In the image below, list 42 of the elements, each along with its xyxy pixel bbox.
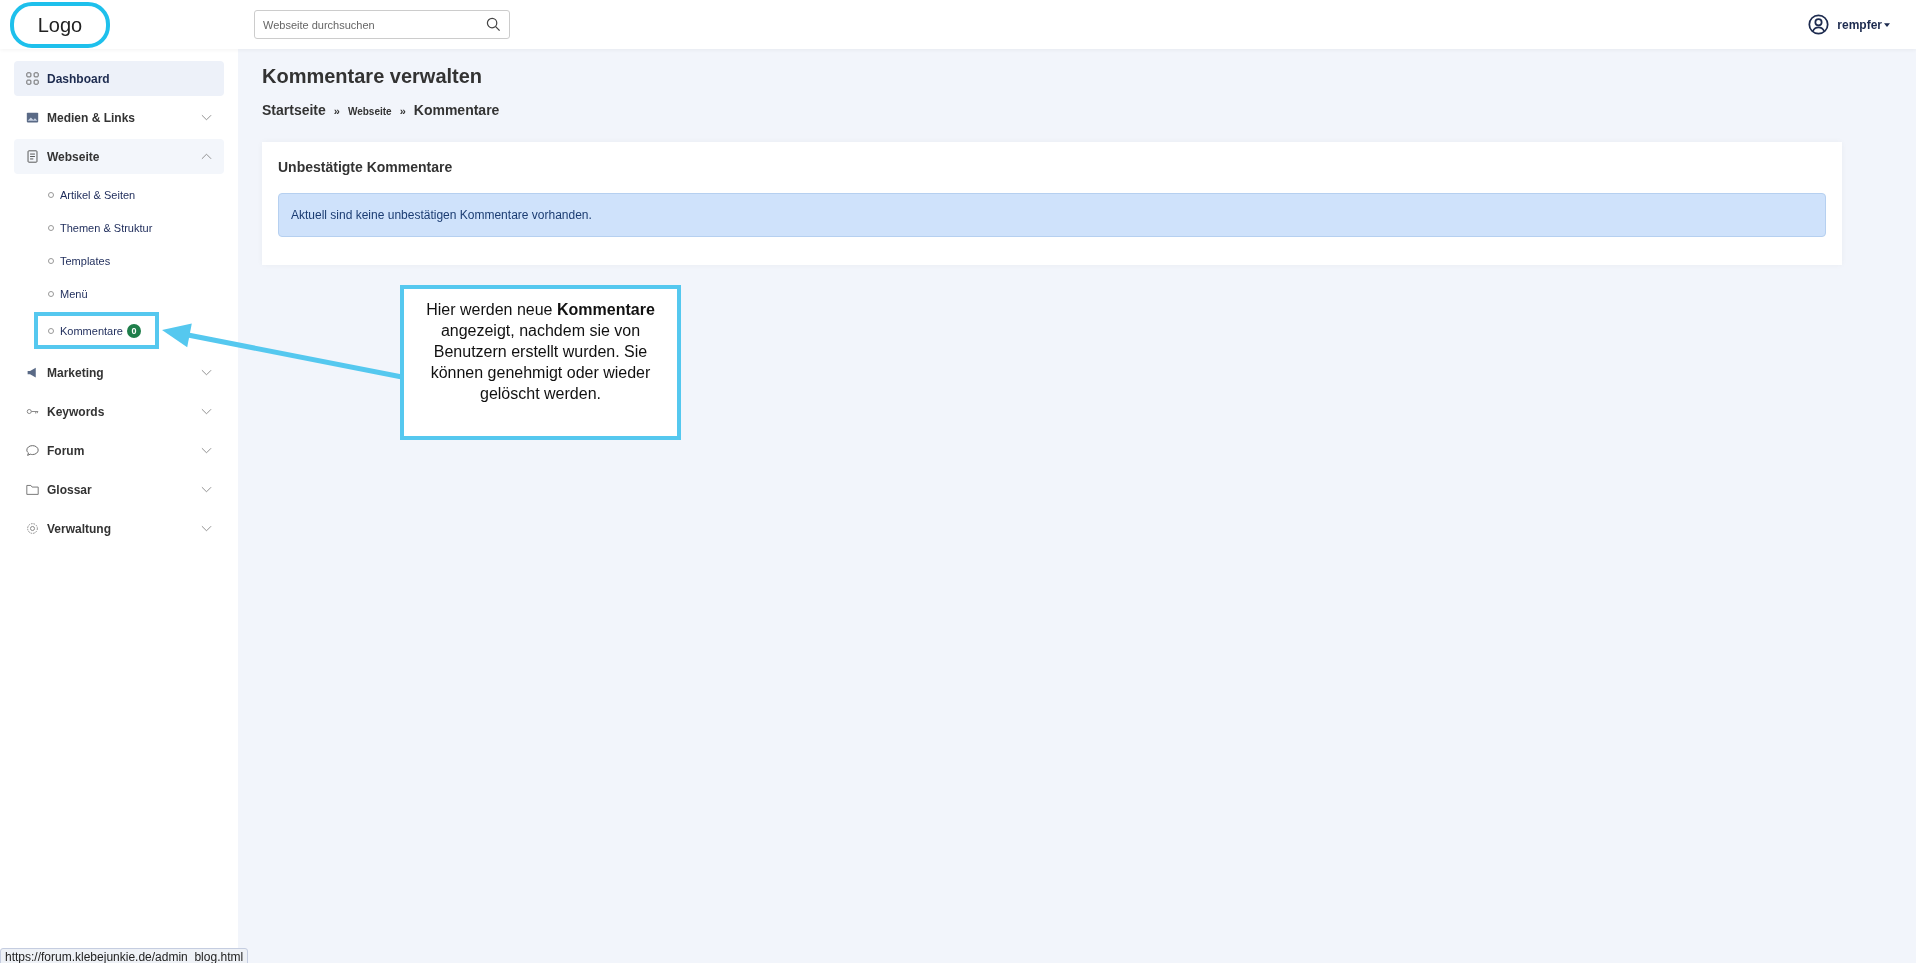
chevron-up-icon[interactable] (201, 153, 212, 160)
image-icon (26, 111, 39, 124)
breadcrumb-link[interactable]: Webseite (347, 106, 392, 117)
user-icon[interactable] (1808, 14, 1830, 35)
sidebar-subitem[interactable]: Menü (34, 279, 100, 308)
chevron-down-icon[interactable] (201, 114, 212, 121)
sidebar-item[interactable]: Glossar (14, 472, 224, 507)
chevron-down-icon[interactable] (201, 525, 212, 532)
folder-icon (26, 483, 39, 496)
grid-icon (26, 72, 39, 85)
caret-icon[interactable] (1884, 22, 1890, 27)
info-alert: Aktuell sind keine unbestätigen Kommentare vorhanden. (278, 193, 1826, 237)
annotation-callout: Hier werden neue Kommentare angezeigt, nachdem sie von Benutzern erstellt wurden. Sie können genehmigt oder wieder gelöscht werden. (400, 285, 681, 440)
chevron-down-icon[interactable] (201, 408, 212, 415)
sidebar-subitem[interactable]: Templates (34, 246, 123, 275)
sidebar-item[interactable]: Forum (14, 433, 224, 468)
search-icon[interactable] (486, 17, 501, 32)
chevron-down-icon[interactable] (201, 486, 212, 493)
breadcrumb-link[interactable]: Startseite (262, 102, 326, 118)
breadcrumb-separator: » (399, 105, 406, 117)
breadcrumb-separator: » (333, 105, 340, 117)
search-field[interactable]: Webseite durchsuchen (254, 10, 510, 39)
document-icon (26, 150, 39, 163)
sidebar-item[interactable]: Dashboard (14, 61, 224, 96)
status-url: https://forum.klebejunkie.de/admin_blog.html (0, 948, 249, 963)
sidebar-item[interactable]: Medien & Links (14, 100, 224, 135)
card-title: Unbestätigte Kommentare (278, 159, 454, 175)
sidebar-item[interactable]: Verwaltung (14, 511, 224, 546)
chevron-down-icon[interactable] (201, 369, 212, 376)
sidebar-subitem[interactable]: Artikel & Seiten (34, 180, 148, 209)
sidebar-subitem[interactable]: Themen & Struktur (34, 213, 165, 242)
chevron-down-icon[interactable] (201, 447, 212, 454)
gear-icon (26, 522, 39, 535)
count-badge: 0 (127, 323, 141, 338)
sidebar-item[interactable]: Marketing (14, 355, 224, 390)
sidebar-item[interactable]: Keywords (14, 394, 224, 429)
user-menu[interactable]: rempfer (1837, 17, 1882, 32)
sidebar-item[interactable]: Webseite (14, 139, 224, 174)
sidebar-subitem[interactable]: Kommentare 0 (34, 312, 159, 349)
page-title: Kommentare verwalten (262, 65, 484, 88)
speech-bubble-icon (26, 444, 39, 457)
megaphone-icon (26, 366, 39, 379)
